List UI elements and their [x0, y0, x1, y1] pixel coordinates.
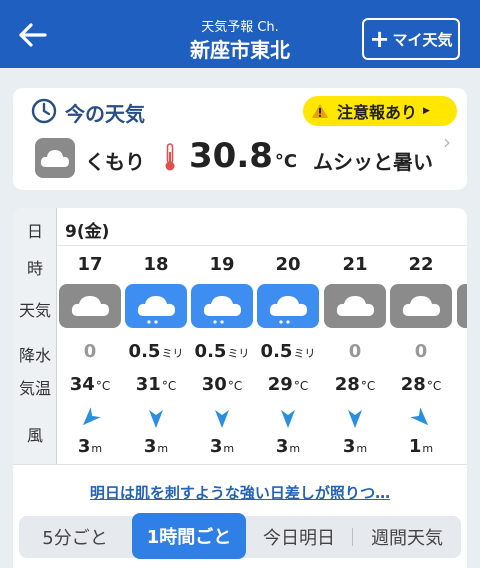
chevron-right-icon[interactable]: ›	[443, 130, 451, 154]
tab-5min[interactable]: 5分ごと	[19, 516, 131, 558]
wind-arrow-icon	[123, 406, 189, 430]
rain-icon	[191, 284, 253, 328]
rain-icon	[125, 284, 187, 328]
divider	[13, 464, 467, 465]
current-weather-title: 今の天気	[65, 102, 145, 126]
thermometer-icon	[165, 143, 175, 171]
hourly-forecast-card: 日 時 天気 降水 気温 風 9(金) 17 0 34°C 3m 18 0.5ミリ 31°C…	[13, 208, 467, 568]
wind-arrow-icon	[388, 406, 454, 430]
tab-hourly[interactable]: 1時間ごと	[132, 513, 246, 559]
date-row: 9(金)	[57, 208, 467, 246]
alert-label: 注意報あり	[337, 103, 418, 122]
row-labels-column: 日 時 天気 降水 気温 風	[13, 208, 57, 464]
precip-value: 0.5ミリ	[194, 341, 250, 362]
forecast-summary-link[interactable]: 明日は肌を刺すような強い日差しが照りつ…	[13, 482, 467, 503]
temperature-value: 30°C	[201, 374, 243, 395]
cloudy-icon	[59, 284, 121, 328]
cloudy-icon	[457, 284, 467, 328]
wind-speed-value: 3m	[342, 436, 368, 457]
wind-arrow-icon	[322, 406, 388, 430]
date-row-label: 日	[26, 222, 43, 241]
hour-label: 22	[408, 254, 434, 275]
hour-row-label: 時	[26, 259, 43, 278]
cloudy-icon	[35, 138, 75, 178]
cloudy-icon	[390, 284, 452, 328]
hour-label: 21	[342, 254, 368, 275]
alert-badge[interactable]: 注意報あり ▶	[303, 96, 457, 126]
wind-speed-value: 3m	[143, 436, 169, 457]
wind-speed-value: 3m	[209, 436, 235, 457]
rain-icon	[257, 284, 319, 328]
plus-icon: +	[369, 25, 390, 53]
wind-arrow-icon	[255, 406, 321, 430]
view-mode-tabs: 5分ごと 1時間ごと 今日明日 週間天気	[19, 513, 461, 559]
wind-row-label: 風	[26, 426, 43, 445]
precip-value: 0.5ミリ	[128, 341, 184, 362]
temperature-value: 28°C	[400, 374, 442, 395]
current-temperature: 30.8 °C	[189, 136, 298, 176]
wind-speed-value: 3m	[275, 436, 301, 457]
feels-like-text: ムシッと暑い	[313, 150, 433, 174]
precip-value: 0.5ミリ	[260, 341, 316, 362]
wind-speed-value: 3m	[77, 436, 103, 457]
current-condition: くもり	[85, 150, 145, 174]
add-my-weather-button[interactable]: + マイ天気	[362, 18, 460, 60]
precip-value: 0	[414, 341, 428, 362]
warning-icon	[312, 104, 328, 118]
wind-speed-value: 1m	[408, 436, 434, 457]
wind-arrow-icon	[189, 406, 255, 430]
wind-arrow-icon	[57, 406, 123, 430]
precip-row-label: 降水	[18, 346, 51, 365]
my-weather-label: マイ天気	[392, 30, 453, 49]
weather-row-label: 天気	[18, 301, 51, 320]
precip-value: 0	[348, 341, 362, 362]
temperature-value: 28°C	[334, 374, 376, 395]
current-weather-card[interactable]: 今の天気 注意報あり ▶ › くもり 30.8 °C ムシッと暑い	[13, 88, 467, 190]
tab-weekly[interactable]: 週間天気	[353, 516, 461, 558]
forecast-date: 9(金)	[65, 222, 110, 242]
hour-label: 19	[209, 254, 235, 275]
temperature-value: 34°C	[69, 374, 111, 395]
tab-today-tomorrow[interactable]: 今日明日	[247, 516, 351, 558]
temp-row-label: 気温	[18, 379, 51, 398]
hour-label: 18	[143, 254, 169, 275]
cloudy-icon	[324, 284, 386, 328]
hour-label: 17	[77, 254, 103, 275]
clock-icon	[31, 98, 57, 124]
temperature-value: 31°C	[135, 374, 177, 395]
app-header: 天気予報 Ch. 新座市東北 + マイ天気	[0, 0, 480, 68]
chevron-right-icon: ▶	[423, 106, 430, 116]
hour-label: 20	[275, 254, 301, 275]
temperature-value: 29°C	[267, 374, 309, 395]
precip-value: 0	[83, 341, 97, 362]
